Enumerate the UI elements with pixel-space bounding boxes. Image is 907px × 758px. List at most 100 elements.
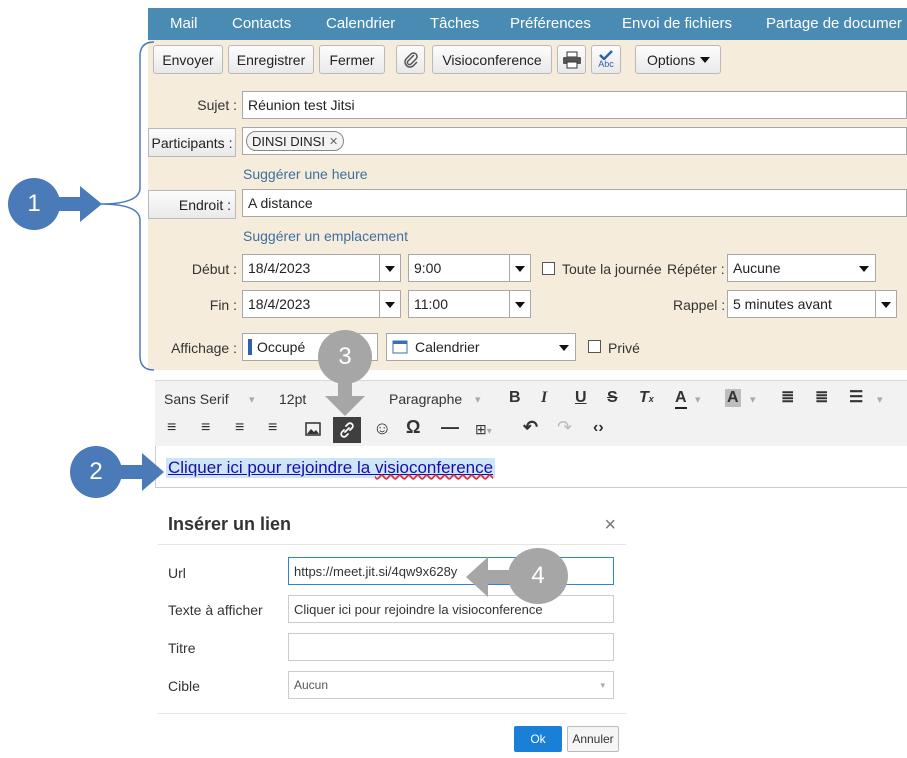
target-label: Cible	[168, 678, 200, 694]
repeat-select[interactable]: Aucune	[727, 254, 876, 282]
close-button[interactable]: Fermer	[319, 45, 385, 74]
participants-input[interactable]: DINSI DINSI ✕	[242, 127, 907, 155]
nav-file-sending[interactable]: Envoi de fichiers	[622, 15, 732, 32]
start-time-input[interactable]: 9:00	[408, 254, 513, 282]
arrow-down-icon	[325, 378, 365, 416]
location-input[interactable]: A distance	[242, 189, 907, 217]
spellcheck-icon-text: Abc	[598, 59, 614, 69]
text-color-button[interactable]: A	[675, 389, 687, 409]
horizontal-rule-icon[interactable]: —	[441, 417, 459, 438]
omega-icon[interactable]: Ω	[406, 417, 420, 438]
nav-calendar[interactable]: Calendrier	[326, 15, 395, 32]
display-text-input[interactable]: Cliquer ici pour rejoindre la visioconfe…	[288, 595, 614, 623]
nav-contacts[interactable]: Contacts	[232, 15, 291, 32]
code-icon[interactable]: ‹›	[593, 419, 604, 437]
italic-button[interactable]: I	[541, 389, 547, 407]
table-icon[interactable]: ⊞▾	[475, 421, 492, 438]
send-button[interactable]: Envoyer	[153, 45, 223, 74]
calendar-value: Calendrier	[415, 339, 480, 355]
insert-image-button[interactable]	[305, 422, 321, 439]
align-center-button[interactable]: ≡	[201, 419, 210, 437]
reminder-dropdown[interactable]	[875, 290, 897, 318]
calendar-select[interactable]: Calendrier	[386, 333, 576, 361]
save-button[interactable]: Enregistrer	[228, 45, 314, 74]
callout-1: 1	[8, 178, 60, 230]
indent-button[interactable]: ≣	[815, 387, 828, 407]
underline-button[interactable]: U	[575, 389, 587, 407]
paperclip-icon	[403, 51, 418, 68]
strikethrough-button[interactable]: S	[607, 389, 618, 407]
target-select[interactable]: Aucun ▾	[288, 671, 614, 699]
subject-input[interactable]: Réunion test Jitsi	[242, 91, 907, 119]
body-link-text: Cliquer ici pour rejoindre la	[168, 458, 375, 477]
location-button[interactable]: Endroit :	[148, 190, 236, 219]
body-link-misspelled: visioconference	[374, 458, 494, 477]
font-family-select[interactable]: Sans Serif	[164, 391, 229, 407]
participant-chip-label: DINSI DINSI	[252, 133, 325, 149]
nav-preferences[interactable]: Préférences	[510, 15, 591, 32]
clear-format-button[interactable]: Tx	[639, 389, 654, 407]
nav-tasks[interactable]: Tâches	[430, 15, 479, 32]
all-day-label: Toute la journée	[562, 261, 662, 277]
arrow-right-icon	[118, 453, 164, 491]
start-date-dropdown[interactable]	[379, 254, 401, 282]
undo-icon[interactable]: ↶	[523, 417, 538, 438]
close-icon[interactable]: ✕	[329, 135, 338, 148]
bullet-list-button[interactable]: ☰	[849, 387, 863, 407]
attach-button[interactable]	[396, 45, 425, 74]
end-time-dropdown[interactable]	[509, 290, 531, 318]
reminder-label: Rappel :	[673, 297, 726, 313]
align-justify-button[interactable]: ≡	[268, 419, 277, 437]
redo-icon[interactable]: ↷	[557, 417, 572, 438]
end-date-dropdown[interactable]	[379, 290, 401, 318]
close-icon[interactable]: ×	[604, 514, 616, 537]
callout-2: 2	[70, 446, 122, 498]
body-link[interactable]: Cliquer ici pour rejoindre la visioconfe…	[166, 458, 496, 478]
suggest-time-link[interactable]: Suggérer une heure	[243, 166, 368, 182]
end-date-input[interactable]: 18/4/2023	[242, 290, 382, 318]
arrow-left-icon	[466, 557, 512, 597]
emoji-icon[interactable]: ☺	[373, 418, 391, 439]
all-day-checkbox[interactable]	[542, 262, 555, 275]
align-left-button[interactable]: ≣	[781, 387, 794, 407]
ok-button[interactable]: Ok	[514, 726, 562, 752]
insert-link-button[interactable]	[333, 417, 361, 443]
cancel-button[interactable]: Annuler	[567, 726, 619, 752]
chevron-down-icon: ▾	[877, 394, 883, 406]
url-label: Url	[168, 565, 186, 581]
reminder-input[interactable]: 5 minutes avant	[727, 290, 877, 318]
start-date-input[interactable]: 18/4/2023	[242, 254, 382, 282]
end-time-input[interactable]: 11:00	[408, 290, 513, 318]
chevron-down-icon	[859, 266, 869, 272]
arrow-right-icon	[56, 186, 102, 222]
participants-button[interactable]: Participants :	[148, 128, 236, 157]
insert-link-dialog: Insérer un lien × Url https://meet.jit.s…	[158, 500, 626, 758]
spellcheck-button[interactable]: Abc	[591, 45, 621, 74]
dialog-divider-bottom	[158, 713, 626, 714]
subject-label: Sujet :	[197, 97, 237, 113]
target-value: Aucun	[294, 678, 329, 692]
print-button[interactable]	[557, 45, 586, 74]
nav-mail[interactable]: Mail	[170, 15, 198, 32]
visioconference-button[interactable]: Visioconference	[432, 45, 552, 74]
dialog-title: Insérer un lien	[168, 514, 292, 534]
title-input[interactable]	[288, 633, 614, 661]
background-color-button[interactable]: A	[725, 389, 741, 407]
appointment-form: Envoyer Enregistrer Fermer Visioconferen…	[148, 40, 907, 370]
align-justify-left-button[interactable]: ≡	[167, 419, 176, 437]
options-label: Options	[647, 51, 696, 68]
block-format-select[interactable]: Paragraphe	[389, 391, 462, 407]
start-time-dropdown[interactable]	[509, 254, 531, 282]
nav-document-sharing[interactable]: Partage de documer	[766, 15, 902, 32]
chevron-down-icon	[700, 57, 710, 63]
participant-chip[interactable]: DINSI DINSI ✕	[246, 131, 345, 151]
options-button[interactable]: Options	[635, 45, 721, 74]
suggest-location-link[interactable]: Suggérer un emplacement	[243, 228, 408, 244]
align-right-button[interactable]: ≡	[235, 419, 244, 437]
bold-button[interactable]: B	[509, 389, 521, 407]
printer-icon	[562, 51, 581, 68]
editor-body[interactable]: Cliquer ici pour rejoindre la visioconfe…	[155, 446, 907, 488]
private-checkbox[interactable]	[588, 340, 601, 353]
font-size-select[interactable]: 12pt	[279, 391, 306, 407]
chevron-down-icon: ▾	[750, 394, 756, 406]
